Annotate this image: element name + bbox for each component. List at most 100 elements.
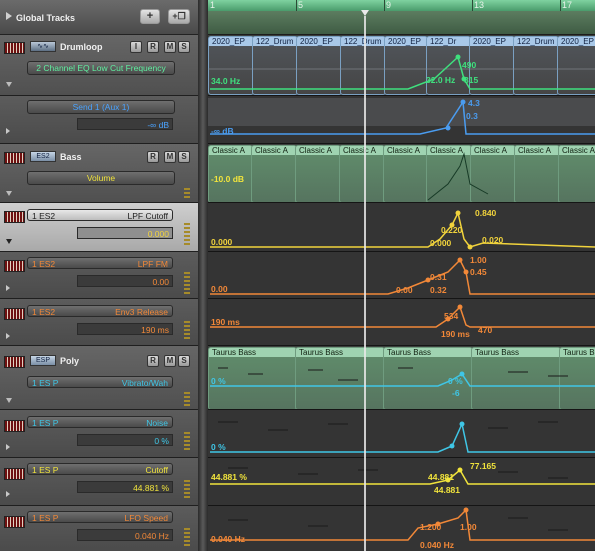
- automation-point-label: 190 ms: [441, 329, 470, 339]
- level-meter: [184, 528, 190, 548]
- input-monitor-button[interactable]: I: [130, 41, 142, 53]
- lane-bass-lpf-cutoff[interactable]: 0.000 0.840 0.220 0.020 0.000: [208, 203, 595, 252]
- bar-number: 9: [386, 0, 392, 10]
- lane-poly-noise[interactable]: 0 %: [208, 410, 595, 458]
- record-enable-button[interactable]: R: [147, 151, 159, 163]
- disclosure-triangle-icon[interactable]: [6, 12, 12, 20]
- automation-value[interactable]: 190 ms: [77, 323, 173, 335]
- track-color-icon: [4, 42, 25, 54]
- mute-button[interactable]: M: [164, 355, 176, 367]
- automation-value-label: 190 ms: [211, 317, 240, 327]
- plugin-label: 1 ES2: [32, 307, 56, 317]
- lane-poly-cutoff[interactable]: 44.881 % 77.165 44.881 44.881: [208, 458, 595, 506]
- level-meter: [184, 223, 190, 247]
- lane-drumloop[interactable]: 2020_EP 122_Drum 2020_EP 122_Drum 2020_E…: [208, 35, 595, 96]
- plugin-icon: ES2: [30, 151, 56, 162]
- record-enable-button[interactable]: R: [147, 41, 159, 53]
- automation-param-select[interactable]: 2 Channel EQ Low Cut Frequency: [27, 61, 175, 75]
- automation-param-select[interactable]: Volume: [27, 171, 175, 185]
- param-name: Noise: [146, 418, 168, 428]
- bar-ruler[interactable]: 1 5 9 13 17: [208, 0, 595, 35]
- bar-number: 1: [210, 0, 216, 10]
- automation-param-select[interactable]: 1 ES P LFO Speed: [27, 511, 173, 523]
- disclosure-triangle-icon[interactable]: [6, 333, 10, 339]
- track-header-poly[interactable]: ESP Poly R M S 1 ES P Vibrato/Wah: [0, 346, 198, 410]
- track-header-bass-lpf-cutoff[interactable]: 1 ES2 LPF Cutoff 0.000: [0, 203, 198, 252]
- track-header-bass[interactable]: ES2 Bass R M S Volume: [0, 144, 198, 203]
- automation-param-select[interactable]: 1 ES P Vibrato/Wah: [27, 376, 173, 388]
- automation-point-label: 4.3: [468, 98, 480, 108]
- automation-value-label: 34.0 Hz: [211, 76, 241, 86]
- automation-value[interactable]: 0 %: [77, 434, 173, 446]
- automation-value[interactable]: 0.00: [77, 275, 173, 287]
- disclosure-triangle-icon[interactable]: [6, 239, 12, 244]
- automation-curve: [210, 467, 595, 485]
- waveform-overlay: [208, 54, 595, 90]
- mute-button[interactable]: M: [164, 41, 176, 53]
- solo-button[interactable]: S: [178, 151, 190, 163]
- cycle-bar[interactable]: [208, 0, 595, 11]
- mute-button[interactable]: M: [164, 151, 176, 163]
- automation-point-label: 0.040 Hz: [420, 540, 455, 550]
- track-name[interactable]: Poly: [60, 356, 79, 366]
- automation-param-select[interactable]: 1 ES2 LPF Cutoff: [27, 209, 173, 221]
- disclosure-triangle-icon[interactable]: [6, 82, 12, 87]
- lane-poly[interactable]: Taurus Bass Taurus Bass Taurus Bass Taur…: [208, 346, 595, 410]
- level-meter: [184, 392, 190, 406]
- lane-bass[interactable]: Classic A Classic A Classic A Classic A …: [208, 144, 595, 203]
- automation-curve: [210, 421, 595, 453]
- automation-value[interactable]: -∞ dB: [77, 118, 173, 130]
- disclosure-triangle-icon[interactable]: [6, 398, 12, 403]
- automation-value[interactable]: 0.000: [77, 227, 173, 239]
- track-header-poly-lfo-speed[interactable]: 1 ES P LFO Speed 0.040 Hz: [0, 506, 198, 551]
- track-color-icon: [4, 308, 25, 320]
- automation-param-select[interactable]: Send 1 (Aux 1): [27, 100, 175, 114]
- plugin-label: 1 ES P: [32, 418, 59, 428]
- track-header-bass-lpf-fm[interactable]: 1 ES2 LPF FM 0.00: [0, 252, 198, 299]
- automation-param-select[interactable]: 1 ES2 LPF FM: [27, 257, 173, 269]
- track-name[interactable]: Drumloop: [60, 42, 103, 52]
- disclosure-triangle-icon[interactable]: [6, 128, 10, 134]
- automation-point-label: 0.220: [441, 225, 463, 235]
- lane-drumloop-send[interactable]: -∞ dB 4.3 0.3: [208, 96, 595, 144]
- plugin-label: 1 ES2: [32, 259, 56, 269]
- automation-point-label: 490: [462, 60, 477, 70]
- solo-button[interactable]: S: [178, 41, 190, 53]
- automation-param-select[interactable]: 1 ES P Cutoff: [27, 463, 173, 475]
- disclosure-triangle-icon[interactable]: [6, 491, 10, 497]
- lane-bass-env3-release[interactable]: 190 ms 190 ms 470 534: [208, 299, 595, 346]
- plugin-label: 1 ES P: [32, 465, 59, 475]
- automation-value[interactable]: 0.040 Hz: [77, 529, 173, 541]
- automation-point-label: 0.31: [430, 272, 447, 282]
- param-name: Vibrato/Wah: [121, 378, 168, 388]
- track-header-poly-cutoff[interactable]: 1 ES P Cutoff 44.881 %: [0, 458, 198, 506]
- automation-curve: [210, 210, 595, 250]
- track-header-bass-env3-release[interactable]: 1 ES2 Env3 Release 190 ms: [0, 299, 198, 346]
- disclosure-triangle-icon[interactable]: [6, 191, 12, 196]
- track-header-drumloop-send[interactable]: Send 1 (Aux 1) -∞ dB: [0, 96, 198, 144]
- automation-param-select[interactable]: 1 ES P Noise: [27, 416, 173, 428]
- disclosure-triangle-icon[interactable]: [6, 444, 10, 450]
- global-tracks-title: Global Tracks: [16, 13, 76, 23]
- header-divider[interactable]: [198, 0, 208, 551]
- track-color-icon: [4, 420, 25, 432]
- playhead-line[interactable]: [364, 16, 366, 551]
- automation-param-select[interactable]: 1 ES2 Env3 Release: [27, 305, 173, 317]
- add-folder-button[interactable]: +❐: [168, 9, 190, 24]
- add-track-button[interactable]: +: [140, 9, 160, 24]
- automation-point-label: 0.00: [396, 285, 413, 295]
- record-enable-button[interactable]: R: [147, 355, 159, 367]
- track-color-icon: [4, 356, 25, 368]
- automation-value-label: 0 %: [211, 376, 226, 386]
- plugin-label: 1 ES2: [32, 211, 56, 221]
- automation-point-label: 0 %: [448, 376, 463, 386]
- lane-bass-lpf-fm[interactable]: 0.00 1.00 0.45 0.31 0.32 0.00: [208, 252, 595, 299]
- track-header-drumloop[interactable]: ∿∿ Drumloop I R M S 2 Channel EQ Low Cut…: [0, 35, 198, 96]
- lane-poly-lfo-speed[interactable]: 0.040 Hz 1.200 1.00 0.040 Hz: [208, 506, 595, 551]
- solo-button[interactable]: S: [178, 355, 190, 367]
- automation-value[interactable]: 44.881 %: [77, 481, 173, 493]
- param-name: LPF Cutoff: [127, 211, 168, 221]
- track-header-poly-noise[interactable]: 1 ES P Noise 0 %: [0, 410, 198, 458]
- disclosure-triangle-icon[interactable]: [6, 285, 10, 291]
- track-name[interactable]: Bass: [60, 152, 82, 162]
